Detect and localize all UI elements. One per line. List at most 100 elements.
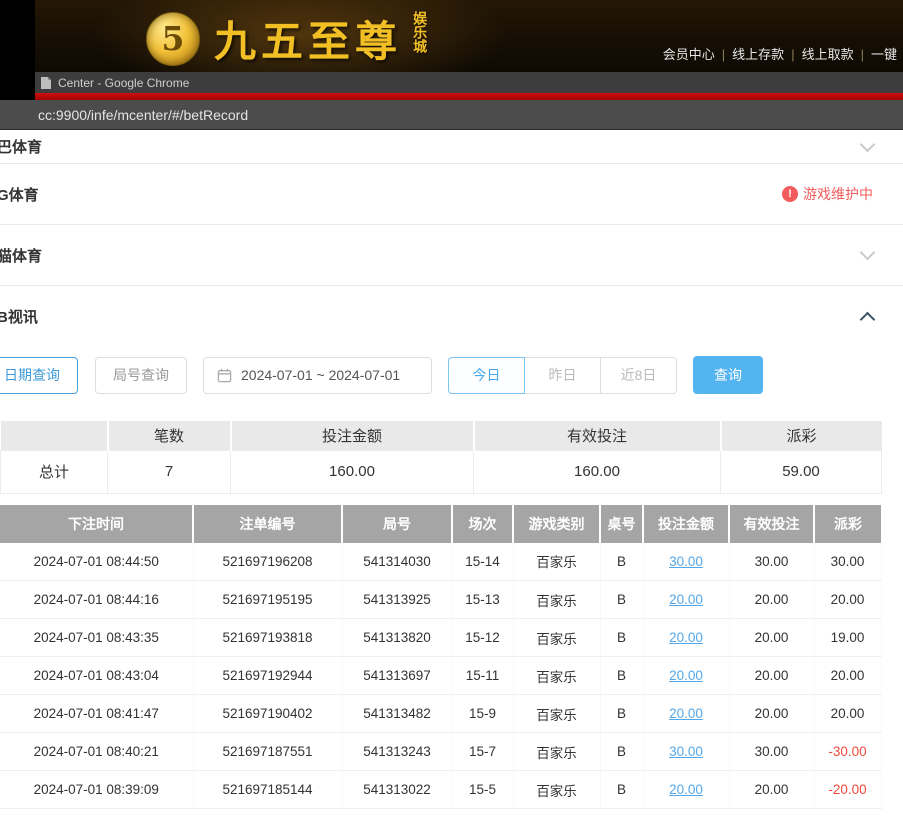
summary-header-bet-amount: 投注金额 bbox=[231, 421, 474, 450]
search-button[interactable]: 查询 bbox=[693, 356, 763, 394]
summary-header-blank bbox=[1, 421, 108, 450]
warning-icon: ! bbox=[782, 186, 798, 202]
quick-range-group: 今日 昨日 近8日 bbox=[448, 357, 677, 394]
bet-amount-link[interactable]: 20.00 bbox=[643, 695, 729, 733]
bet-record-table: 下注时间 注单编号 局号 场次 游戏类别 桌号 投注金额 有效投注 派彩 202… bbox=[0, 505, 882, 810]
round-id: 541313925 bbox=[342, 581, 452, 619]
session: 15-11 bbox=[452, 657, 513, 695]
payout: 30.00 bbox=[814, 543, 881, 581]
table-no: B bbox=[600, 771, 643, 809]
section-b-live[interactable]: B视讯 bbox=[0, 286, 903, 347]
maintenance-badge: ! 游戏维护中 bbox=[782, 184, 873, 204]
notice-strip bbox=[0, 93, 903, 100]
game-type: 百家乐 bbox=[513, 543, 600, 581]
chevron-up-icon[interactable] bbox=[860, 312, 876, 328]
game-type: 百家乐 bbox=[513, 619, 600, 657]
bet-time: 2024-07-01 08:39:09 bbox=[0, 771, 193, 809]
bet-record-content: 巴体育 G体育 ! 游戏维护中 猫体育 B视讯 日期查询 局号查询 bbox=[0, 130, 903, 809]
payout: -20.00 bbox=[814, 771, 881, 809]
site-logo[interactable]: 5 九五至尊 娱乐城 bbox=[146, 8, 428, 69]
summary-bet-amount: 160.00 bbox=[231, 450, 474, 493]
yesterday-button[interactable]: 昨日 bbox=[524, 357, 601, 394]
bet-table-header-row: 下注时间 注单编号 局号 场次 游戏类别 桌号 投注金额 有效投注 派彩 bbox=[0, 505, 881, 543]
table-no: B bbox=[600, 581, 643, 619]
bet-time: 2024-07-01 08:41:47 bbox=[0, 695, 193, 733]
page-icon bbox=[40, 76, 52, 90]
col-round-id: 局号 bbox=[342, 505, 452, 543]
date-range-picker[interactable]: 2024-07-01 ~ 2024-07-01 bbox=[203, 357, 432, 394]
session: 15-14 bbox=[452, 543, 513, 581]
col-session: 场次 bbox=[452, 505, 513, 543]
logo-text: 九五至尊 bbox=[214, 8, 402, 69]
bet-amount-link[interactable]: 20.00 bbox=[643, 581, 729, 619]
last-8-days-button[interactable]: 近8日 bbox=[600, 357, 677, 394]
nav-online-deposit[interactable]: 线上存款 bbox=[732, 47, 784, 62]
section-g-sports[interactable]: G体育 ! 游戏维护中 bbox=[0, 164, 903, 225]
game-type: 百家乐 bbox=[513, 733, 600, 771]
col-game-type: 游戏类别 bbox=[513, 505, 600, 543]
bet-time: 2024-07-01 08:43:35 bbox=[0, 619, 193, 657]
bet-amount-link[interactable]: 20.00 bbox=[643, 657, 729, 695]
bet-time: 2024-07-01 08:43:04 bbox=[0, 657, 193, 695]
date-range-value: 2024-07-01 ~ 2024-07-01 bbox=[241, 367, 400, 383]
table-no: B bbox=[600, 695, 643, 733]
nav-online-withdraw[interactable]: 线上取款 bbox=[802, 47, 854, 62]
bet-amount-link[interactable]: 30.00 bbox=[643, 543, 729, 581]
summary-total-label: 总计 bbox=[1, 450, 108, 493]
round-id: 541314030 bbox=[342, 543, 452, 581]
logo-subtext: 娱乐城 bbox=[412, 11, 428, 67]
valid-bet: 30.00 bbox=[729, 733, 814, 771]
session: 15-9 bbox=[452, 695, 513, 733]
game-type: 百家乐 bbox=[513, 695, 600, 733]
summary-payout: 59.00 bbox=[721, 450, 882, 493]
section-label: B视讯 bbox=[0, 306, 38, 327]
bet-id: 521697193818 bbox=[193, 619, 342, 657]
payout: -30.00 bbox=[814, 733, 881, 771]
round-id: 541313243 bbox=[342, 733, 452, 771]
table-row: 2024-07-01 08:43:35 521697193818 5413138… bbox=[0, 619, 881, 657]
summary-header-row: 笔数 投注金额 有效投注 派彩 bbox=[1, 421, 882, 450]
logo-coin-number: 5 bbox=[162, 19, 185, 58]
round-id: 541313697 bbox=[342, 657, 452, 695]
chevron-down-icon[interactable] bbox=[860, 245, 876, 261]
table-no: B bbox=[600, 733, 643, 771]
round-query-button[interactable]: 局号查询 bbox=[95, 357, 187, 394]
screen: 5 九五至尊 娱乐城 会员中心|线上存款|线上取款|一键 Center - Go… bbox=[0, 0, 903, 816]
col-bet-time: 下注时间 bbox=[0, 505, 193, 543]
table-no: B bbox=[600, 543, 643, 581]
bet-time: 2024-07-01 08:40:21 bbox=[0, 733, 193, 771]
chevron-down-icon[interactable] bbox=[860, 136, 876, 152]
payout: 20.00 bbox=[814, 657, 881, 695]
section-mao-sports[interactable]: 猫体育 bbox=[0, 225, 903, 286]
payout: 19.00 bbox=[814, 619, 881, 657]
col-table-no: 桌号 bbox=[600, 505, 643, 543]
valid-bet: 20.00 bbox=[729, 695, 814, 733]
session: 15-13 bbox=[452, 581, 513, 619]
summary-table: 笔数 投注金额 有效投注 派彩 总计 7 160.00 160.00 59.00 bbox=[0, 421, 882, 494]
date-query-button[interactable]: 日期查询 bbox=[0, 357, 78, 394]
nav-separator: | bbox=[791, 47, 794, 62]
bet-amount-link[interactable]: 30.00 bbox=[643, 733, 729, 771]
bet-id: 521697196208 bbox=[193, 543, 342, 581]
nav-one-click[interactable]: 一键 bbox=[871, 47, 897, 62]
table-no: B bbox=[600, 619, 643, 657]
browser-addressbar[interactable]: cc:9900/infe/mcenter/#/betRecord bbox=[0, 100, 903, 130]
summary-header-payout: 派彩 bbox=[721, 421, 882, 450]
browser-titlebar[interactable]: Center - Google Chrome bbox=[0, 72, 903, 93]
bet-time: 2024-07-01 08:44:50 bbox=[0, 543, 193, 581]
bet-amount-link[interactable]: 20.00 bbox=[643, 619, 729, 657]
table-row: 2024-07-01 08:44:50 521697196208 5413140… bbox=[0, 543, 881, 581]
window-title: Center - Google Chrome bbox=[58, 76, 189, 90]
bet-amount-link[interactable]: 20.00 bbox=[643, 771, 729, 809]
calendar-icon bbox=[217, 368, 232, 383]
today-button[interactable]: 今日 bbox=[448, 357, 525, 394]
round-id: 541313820 bbox=[342, 619, 452, 657]
nav-member-center[interactable]: 会员中心 bbox=[663, 47, 715, 62]
session: 15-7 bbox=[452, 733, 513, 771]
valid-bet: 20.00 bbox=[729, 657, 814, 695]
summary-header-count: 笔数 bbox=[108, 421, 231, 450]
col-payout: 派彩 bbox=[814, 505, 881, 543]
col-bet-amount: 投注金额 bbox=[643, 505, 729, 543]
section-ba-sports[interactable]: 巴体育 bbox=[0, 130, 903, 164]
logo-coin-icon: 5 bbox=[146, 12, 200, 66]
